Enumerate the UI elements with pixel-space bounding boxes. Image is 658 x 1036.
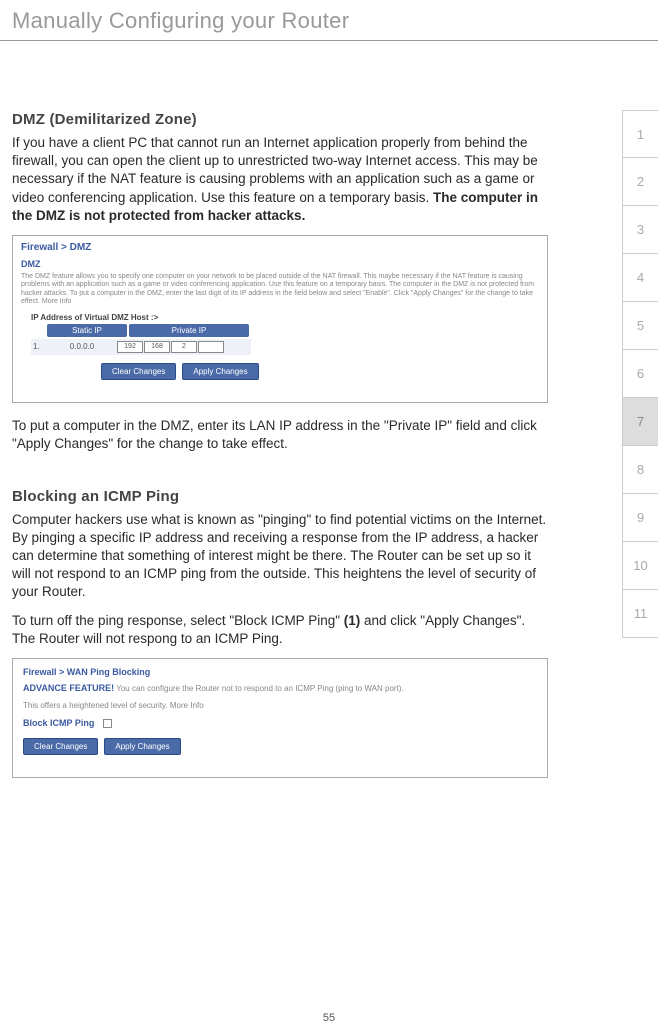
- section-tab-8[interactable]: 8: [622, 446, 658, 494]
- section-tab-4[interactable]: 4: [622, 254, 658, 302]
- wan-adv-text: You can configure the Router not to resp…: [114, 684, 404, 693]
- dmz-clear-button[interactable]: Clear Changes: [101, 363, 176, 380]
- ping-p2a: To turn off the ping response, select "B…: [12, 613, 344, 628]
- section-tab-10[interactable]: 10: [622, 542, 658, 590]
- wan-clear-button[interactable]: Clear Changes: [23, 738, 98, 755]
- side-tabs: 1234567891011: [622, 110, 658, 638]
- wan-breadcrumb: Firewall > WAN Ping Blocking: [23, 667, 537, 677]
- wan-screenshot: Firewall > WAN Ping Blocking ADVANCE FEA…: [12, 658, 548, 778]
- dmz-paragraph-1: If you have a client PC that cannot run …: [12, 134, 548, 225]
- section-tab-7[interactable]: 7: [622, 398, 658, 446]
- page-title: Manually Configuring your Router: [0, 0, 658, 41]
- dmz-table-row: 1. 0.0.0.0 192 168 2: [31, 339, 251, 355]
- dmz-paragraph-2: To put a computer in the DMZ, enter its …: [12, 417, 548, 453]
- wan-block-checkbox[interactable]: [103, 719, 112, 728]
- wan-adv-line: ADVANCE FEATURE! You can configure the R…: [23, 683, 537, 693]
- wan-line2: This offers a heightened level of securi…: [23, 701, 537, 710]
- section-tab-5[interactable]: 5: [622, 302, 658, 350]
- dmz-buttons: Clear Changes Apply Changes: [101, 363, 539, 380]
- dmz-static-val: 0.0.0.0: [49, 342, 115, 351]
- wan-buttons: Clear Changes Apply Changes: [23, 738, 537, 755]
- dmz-table: Static IP Private IP 1. 0.0.0.0 192 168 …: [31, 324, 539, 355]
- section-tab-2[interactable]: 2: [622, 158, 658, 206]
- ping-ref: (1): [344, 613, 361, 628]
- dmz-screenshot: Firewall > DMZ DMZ The DMZ feature allow…: [12, 235, 548, 403]
- section-tab-1[interactable]: 1: [622, 110, 658, 158]
- dmz-col-private: Private IP: [129, 324, 249, 337]
- dmz-ip-octet-2[interactable]: 168: [144, 341, 170, 353]
- wan-block-label: Block ICMP Ping: [23, 718, 537, 728]
- section-tab-9[interactable]: 9: [622, 494, 658, 542]
- dmz-shot-label: IP Address of Virtual DMZ Host :>: [31, 313, 539, 322]
- main-content: DMZ (Demilitarized Zone) If you have a c…: [0, 41, 598, 778]
- ping-paragraph-1: Computer hackers use what is known as "p…: [12, 511, 548, 602]
- ping-paragraph-2: To turn off the ping response, select "B…: [12, 612, 548, 648]
- section-tab-11[interactable]: 11: [622, 590, 658, 638]
- dmz-table-headers: Static IP Private IP: [31, 324, 539, 337]
- wan-block-text: Block ICMP Ping: [23, 718, 94, 728]
- ping-heading: Blocking an ICMP Ping: [12, 488, 548, 505]
- section-tab-3[interactable]: 3: [622, 206, 658, 254]
- dmz-col-static: Static IP: [47, 324, 127, 337]
- dmz-ip-octet-3[interactable]: 2: [171, 341, 197, 353]
- dmz-shot-desc: The DMZ feature allows you to specify on…: [21, 273, 539, 307]
- dmz-apply-button[interactable]: Apply Changes: [182, 363, 258, 380]
- dmz-ip-inputs: 192 168 2: [117, 341, 224, 353]
- dmz-ip-octet-1[interactable]: 192: [117, 341, 143, 353]
- dmz-ip-octet-4[interactable]: [198, 341, 224, 353]
- section-tab-6[interactable]: 6: [622, 350, 658, 398]
- page-number: 55: [0, 1012, 658, 1024]
- wan-apply-button[interactable]: Apply Changes: [104, 738, 180, 755]
- dmz-heading: DMZ (Demilitarized Zone): [12, 111, 548, 128]
- wan-adv-label: ADVANCE FEATURE!: [23, 683, 114, 693]
- dmz-row-num: 1.: [33, 342, 47, 351]
- dmz-shot-sub: DMZ: [21, 259, 539, 269]
- dmz-shot-breadcrumb: Firewall > DMZ: [21, 242, 539, 253]
